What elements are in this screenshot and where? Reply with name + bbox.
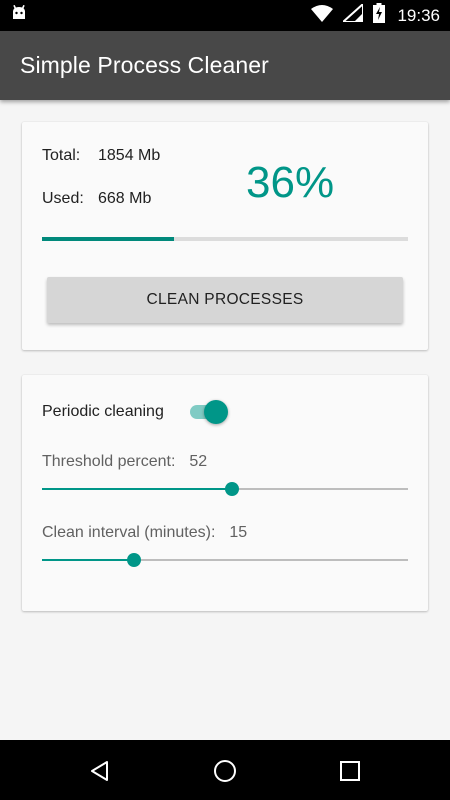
settings-card: Periodic cleaning Threshold percent: 52 C… [22,375,428,611]
slider-fill [42,488,233,490]
total-value: 1854 Mb [98,147,161,164]
interval-slider[interactable] [42,552,408,568]
recents-icon[interactable] [335,756,365,786]
wifi-icon [311,4,334,27]
used-label: Used: [42,190,84,207]
interval-label: Clean interval (minutes): [42,524,216,541]
back-icon[interactable] [85,756,115,786]
memory-progress-fill [42,237,174,241]
navigation-bar [0,740,450,800]
threshold-label: Threshold percent: [42,453,176,470]
slider-thumb[interactable] [225,482,240,496]
used-memory-row: Used: 668 Mb [42,190,151,208]
interval-value: 15 [229,524,248,541]
slider-thumb[interactable] [126,553,141,567]
battery-charging-icon [373,3,386,28]
status-bar: 19:36 [0,0,450,31]
home-icon[interactable] [210,756,240,786]
android-icon [10,4,28,26]
periodic-cleaning-label: Periodic cleaning [42,403,164,420]
usage-percent: 36% [246,158,335,207]
signal-icon [340,1,365,27]
status-time: 19:36 [397,5,440,25]
threshold-row: Threshold percent: 52 [42,453,207,471]
total-label: Total: [42,147,81,164]
switch-thumb [204,400,228,424]
threshold-slider[interactable] [42,481,408,497]
periodic-cleaning-switch[interactable] [190,399,232,425]
memory-progress-bar [42,237,408,241]
threshold-value: 52 [189,453,208,470]
total-memory-row: Total: 1854 Mb [42,147,160,165]
interval-row: Clean interval (minutes): 15 [42,524,247,542]
clean-processes-button[interactable]: CLEAN PROCESSES [47,277,403,323]
status-right: 19:36 [311,1,440,28]
slider-fill [42,559,134,561]
app-title: Simple Process Cleaner [20,52,269,78]
app-bar: Simple Process Cleaner [0,31,450,100]
status-left [10,4,28,26]
memory-card: Total: 1854 Mb Used: 668 Mb 36% CLEAN PR… [22,122,428,350]
used-value: 668 Mb [98,190,152,207]
